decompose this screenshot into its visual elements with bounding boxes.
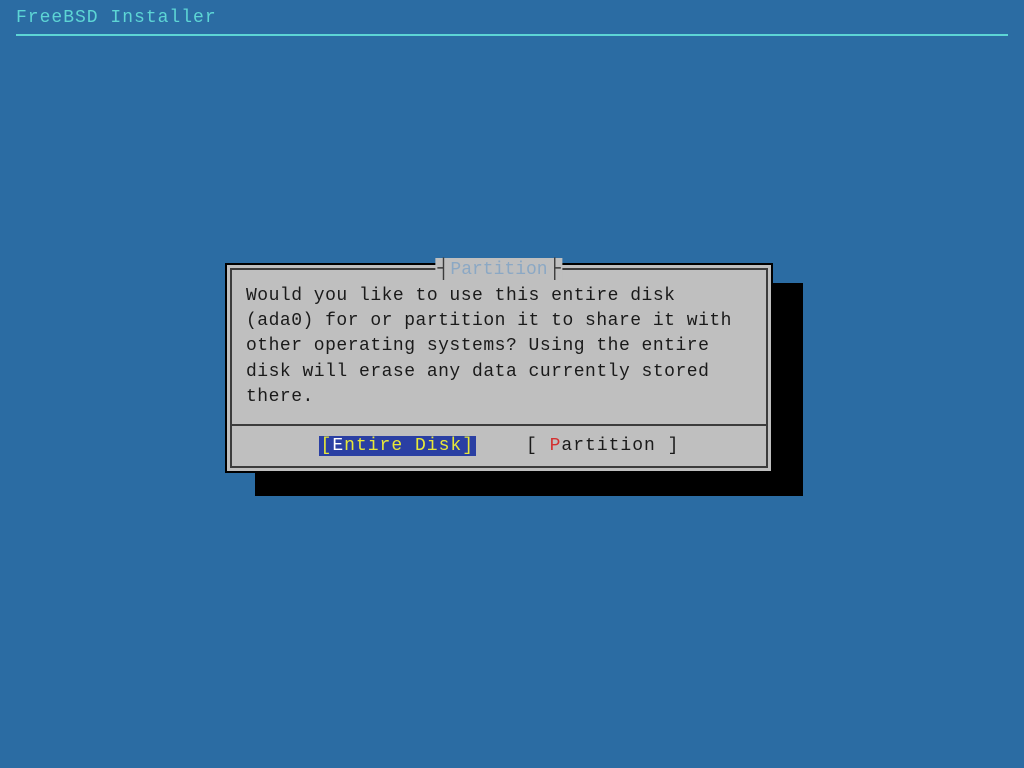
header-divider bbox=[16, 34, 1008, 36]
partition-button[interactable]: [ Partition ] bbox=[526, 436, 679, 456]
dialog-button-row: [Entire Disk] [ Partition ] bbox=[232, 426, 766, 466]
installer-header: FreeBSD Installer bbox=[0, 0, 1024, 32]
title-bracket-left: ┤ bbox=[437, 258, 449, 281]
title-bracket-right: ├ bbox=[549, 258, 561, 281]
installer-title: FreeBSD Installer bbox=[16, 8, 217, 28]
dialog-frame: ┤ Partition ├ Would you like to use this… bbox=[230, 268, 768, 468]
dialog-title: Partition bbox=[449, 260, 548, 280]
dialog-title-wrapper: ┤ Partition ├ bbox=[435, 258, 562, 281]
partition-dialog: ┤ Partition ├ Would you like to use this… bbox=[225, 263, 773, 473]
entire-disk-button[interactable]: [Entire Disk] bbox=[319, 436, 476, 456]
dialog-message: Would you like to use this entire disk (… bbox=[232, 270, 766, 424]
